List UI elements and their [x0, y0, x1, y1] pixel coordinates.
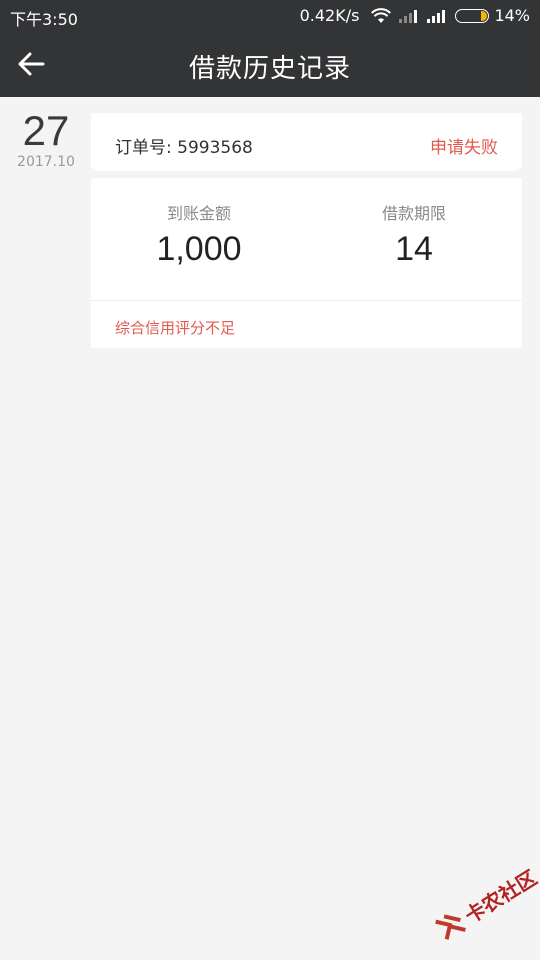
battery-icon	[455, 8, 490, 23]
page-title: 借款历史记录	[188, 54, 351, 84]
order-status: 申请失败	[430, 138, 498, 158]
record-year-month: 2017.10	[17, 154, 75, 170]
battery-percent: 14%	[494, 6, 530, 25]
status-bar: 下午3:50 0.42K/s 14%	[0, 0, 540, 30]
order-card-body[interactable]: 到账金额 1,000 借款期限 14 综合信用评分不足	[91, 178, 522, 348]
wifi-icon	[371, 7, 392, 24]
order-number: 订单号: 5993568	[115, 138, 253, 158]
amount-value: 1,000	[156, 230, 242, 268]
failure-reason: 综合信用评分不足	[115, 319, 236, 337]
status-time: 下午3:50	[10, 10, 78, 29]
order-card-header[interactable]: 订单号: 5993568 申请失败	[91, 113, 522, 171]
card-divider	[91, 300, 522, 301]
watermark-text: 卡农社区	[460, 864, 540, 928]
amount-label: 到账金额	[166, 204, 231, 223]
status-indicators: 0.42K/s 14%	[300, 6, 530, 25]
signal-icon	[427, 9, 447, 23]
signal-icon	[399, 9, 419, 23]
term-metric: 借款期限 14	[314, 200, 514, 269]
record-day: 27	[22, 107, 70, 154]
nav-bar: 借款历史记录	[0, 30, 540, 97]
network-speed: 0.42K/s	[299, 6, 360, 25]
term-label: 借款期限	[381, 204, 446, 223]
record-date: 27 2017.10	[14, 107, 78, 171]
header: 下午3:50 0.42K/s 14% 借款历史记录	[0, 0, 540, 97]
watermark-logo: 卡农社区	[422, 844, 540, 960]
amount-metric: 到账金额 1,000	[99, 200, 299, 269]
term-value: 14	[395, 230, 433, 268]
